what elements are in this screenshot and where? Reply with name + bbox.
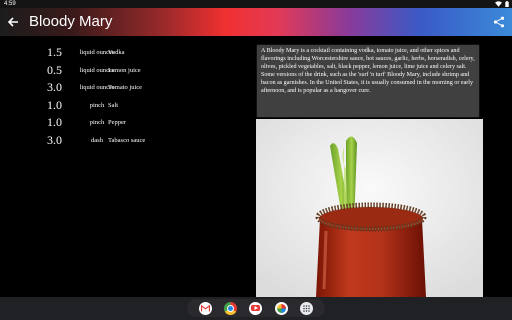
youtube-icon[interactable] [249,301,263,315]
app-bar: Bloody Mary [0,8,512,36]
ingredient-amount: 3.0 [47,80,62,95]
ingredient-name: Vodka [108,49,125,56]
ingredient-amount: 1.0 [47,97,62,112]
page-title: Bloody Mary [29,13,113,30]
photos-icon[interactable] [274,301,288,315]
share-icon[interactable] [493,16,505,28]
ingredient-amount: 1.5 [47,45,62,59]
battery-icon [505,1,509,7]
bloody-mary-glass-image [256,119,483,297]
app-dock [187,299,325,317]
ingredient-amount: 3.0 [47,132,62,147]
ingredient-amount: 0.5 [47,62,62,77]
status-bar: 4:59 [0,0,512,8]
chrome-icon[interactable] [224,301,238,315]
app-drawer-icon[interactable] [299,301,313,315]
wifi-icon [495,1,502,7]
ingredient-amount: 1.0 [47,115,62,130]
cocktail-description: A Bloody Mary is a cocktail containing v… [257,45,479,117]
ingredient-name: Tabasco sauce [108,136,146,144]
system-icons [495,1,509,7]
ingredient-name: Pepper [108,119,127,127]
ingredient-unit: pinch [89,101,105,109]
cocktail-photo [256,119,483,297]
ingredient-name: Lemon juice [108,66,141,74]
back-arrow-icon[interactable] [6,15,20,29]
status-time: 4:59 [4,1,16,7]
navigation-bar [0,297,512,320]
ingredient-name: Salt [108,101,119,109]
gmail-icon[interactable] [199,301,213,315]
ingredient-name: Tomato juice [108,84,143,92]
